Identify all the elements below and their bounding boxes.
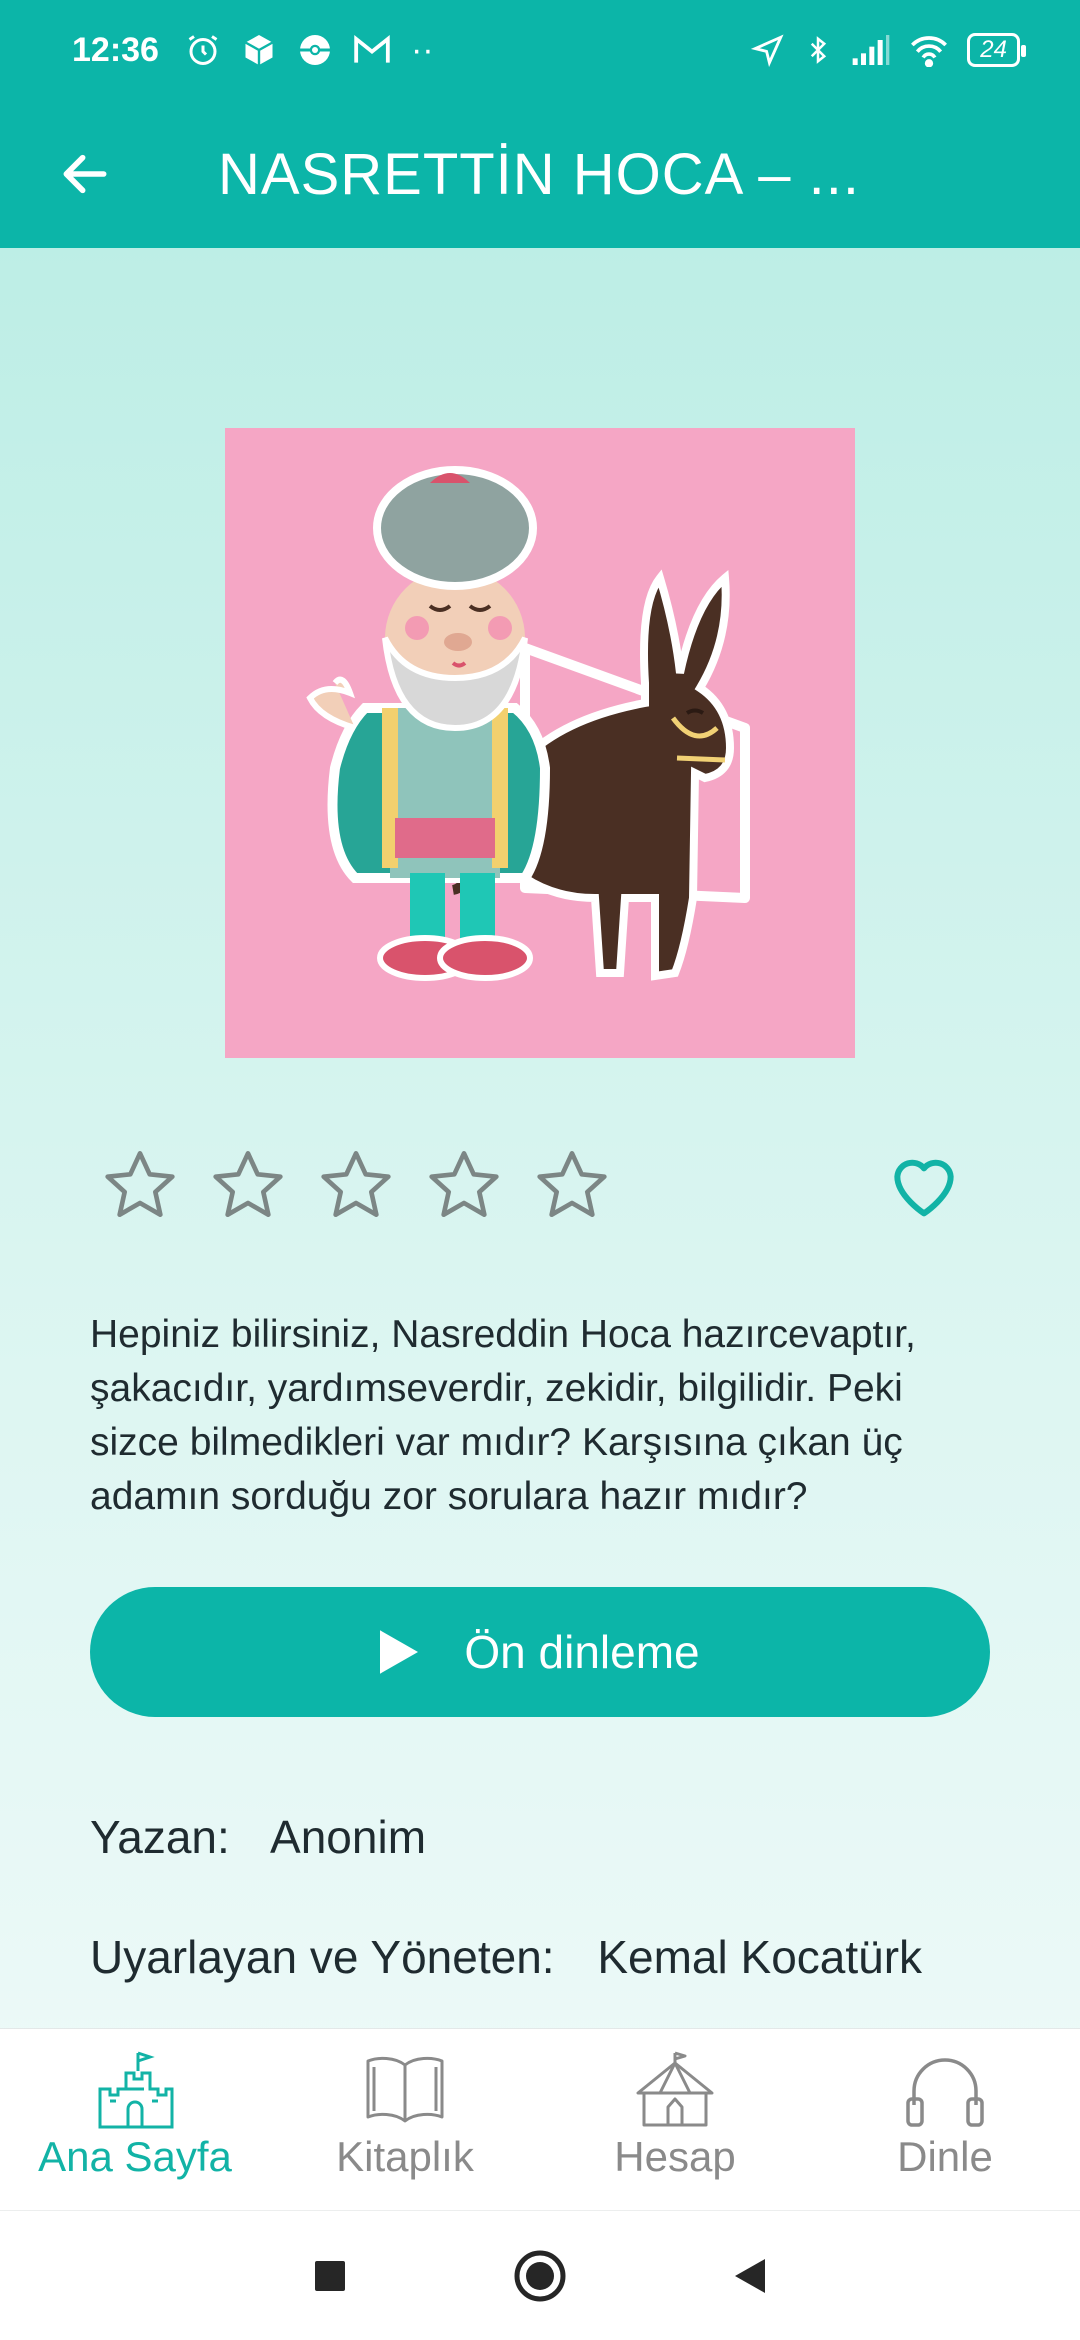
pokeball-icon — [299, 35, 330, 65]
star-icon[interactable] — [208, 1145, 288, 1225]
system-navigation-bar — [0, 2210, 1080, 2340]
star-icon[interactable] — [424, 1145, 504, 1225]
status-bar: 12:36 ·· 24 — [0, 0, 1080, 100]
nav-home[interactable]: Ana Sayfa — [0, 2029, 270, 2210]
page-title: NASRETTİN HOCA – ... — [218, 141, 860, 207]
nav-account[interactable]: Hesap — [540, 2029, 810, 2210]
nasreddin-hoca-donkey-illustration — [225, 428, 855, 1058]
bottom-navigation: Ana Sayfa Kitaplık Hesap Dinle — [0, 2028, 1080, 2210]
heart-icon[interactable] — [884, 1145, 964, 1225]
author-row: Yazan: Anonim — [90, 1810, 426, 1864]
wifi-icon — [911, 36, 948, 67]
rating-stars — [100, 1145, 612, 1225]
adapter-value: Kemal Kocatürk — [597, 1931, 923, 1983]
headphones-icon — [906, 2058, 984, 2127]
cover-image — [225, 428, 855, 1058]
bluetooth-icon — [811, 36, 827, 64]
alarm-icon — [188, 35, 218, 65]
app-bar: NASRETTİN HOCA – ... — [0, 100, 1080, 248]
book-icon — [366, 2056, 444, 2123]
nav-account-label: Hesap — [614, 2133, 736, 2180]
status-right-icons: 24 — [751, 32, 1026, 68]
back-button[interactable] — [0, 100, 170, 248]
play-icon — [380, 1630, 419, 1674]
preview-listen-button[interactable]: Ön dinleme — [90, 1587, 990, 1717]
author-value: Anonim — [270, 1811, 427, 1863]
preview-listen-label: Ön dinleme — [464, 1626, 700, 1678]
back-arrow-icon — [63, 154, 107, 194]
adapter-row: Uyarlayan ve Yöneten: Kemal Kocatürk — [90, 1930, 922, 1984]
signal-icon — [852, 35, 890, 65]
castle-icon — [98, 2051, 174, 2129]
star-icon[interactable] — [100, 1145, 180, 1225]
status-time: 12:36 — [72, 30, 159, 69]
more-notifications-indicator: ·· — [410, 30, 434, 69]
adapter-label: Uyarlayan ve Yöneten: — [90, 1931, 555, 1983]
square-icon — [315, 2260, 345, 2291]
nav-listen[interactable]: Dinle — [810, 2029, 1080, 2210]
nav-library[interactable]: Kitaplık — [270, 2029, 540, 2210]
gmail-icon — [354, 34, 390, 63]
status-left-icons: ·· — [185, 31, 434, 70]
triangle-back-icon — [735, 2258, 765, 2293]
nav-library-label: Kitaplık — [336, 2133, 474, 2180]
tent-icon — [636, 2051, 714, 2127]
nav-listen-label: Dinle — [897, 2133, 993, 2180]
author-label: Yazan: — [90, 1811, 230, 1863]
nav-home-label: Ana Sayfa — [38, 2133, 232, 2180]
location-icon — [751, 34, 784, 67]
circle-icon — [514, 2250, 566, 2301]
star-icon[interactable] — [316, 1145, 396, 1225]
description-text: Hepiniz bilirsiniz, Nasreddin Hoca hazır… — [90, 1313, 916, 1518]
package-icon — [244, 35, 274, 65]
home-button[interactable] — [510, 2246, 570, 2306]
recent-apps-button[interactable] — [300, 2246, 360, 2306]
system-back-button[interactable] — [720, 2246, 780, 2306]
battery-icon: 24 — [967, 33, 1026, 67]
star-icon[interactable] — [532, 1145, 612, 1225]
